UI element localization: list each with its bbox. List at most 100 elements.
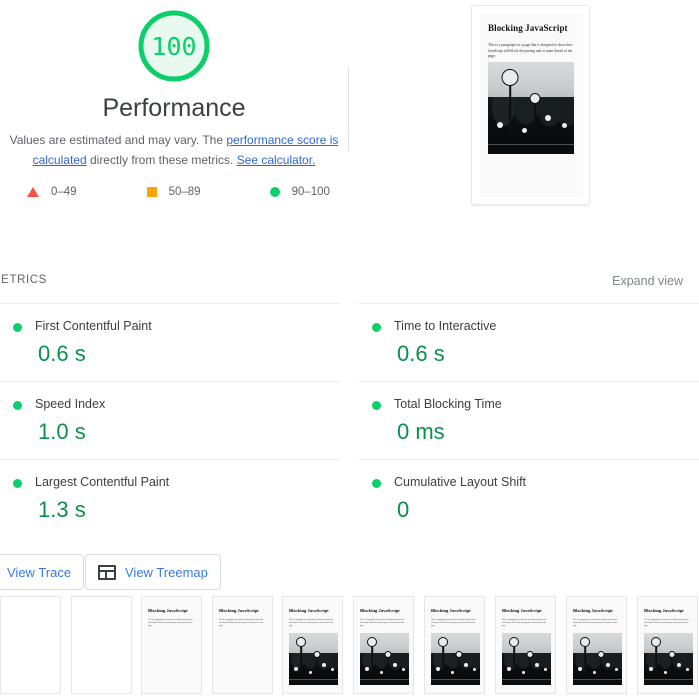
metric-name: Cumulative Layout Shift <box>394 475 527 489</box>
status-pass-icon <box>372 401 381 410</box>
score-description-pre: Values are estimated and may vary. The <box>9 133 227 147</box>
legend-item-fail: 0–49 <box>27 186 77 198</box>
final-screenshot-preview: Blocking JavaScript This is a paragraph … <box>480 14 583 197</box>
frame-heading: Blocking JavaScript <box>431 608 471 613</box>
filmstrip-frame[interactable]: Blocking JavaScript This is a paragraph … <box>637 596 698 694</box>
status-pass-icon <box>372 323 381 332</box>
frame-paragraph: This is a paragraph on a page that is de… <box>573 619 618 628</box>
filmstrip-frame[interactable]: Blocking JavaScript This is a paragraph … <box>282 596 343 694</box>
frame-photo <box>360 633 409 685</box>
filmstrip-frame[interactable]: Blocking JavaScript This is a paragraph … <box>353 596 414 694</box>
metric-name: Largest Contentful Paint <box>35 475 170 489</box>
square-marker-icon <box>146 187 157 197</box>
frame-photo <box>573 633 622 685</box>
metric-name: Total Blocking Time <box>394 397 502 411</box>
frame-paragraph: This is a paragraph on a page that is de… <box>644 619 689 628</box>
page-title: Performance <box>102 94 246 122</box>
photo-ground <box>488 143 574 154</box>
metric-row[interactable]: Time to Interactive 0.6 s <box>359 303 699 381</box>
legend-item-pass: 90–100 <box>269 186 330 198</box>
metric-row[interactable]: Total Blocking Time 0 ms <box>359 381 699 459</box>
frame-paragraph: This is a paragraph on a page that is de… <box>289 619 334 628</box>
street-clock-medium <box>454 650 463 674</box>
lighthouse-performance-report: 100 Performance Values are estimated and… <box>0 0 699 700</box>
metric-value: 0 <box>397 497 410 522</box>
street-clock-medium <box>667 650 676 674</box>
legend-label-pass: 90–100 <box>291 186 330 198</box>
street-clock-medium <box>383 650 392 674</box>
legend-label-average: 50–89 <box>168 186 201 198</box>
frame-heading: Blocking JavaScript <box>148 608 188 613</box>
score-gauge[interactable]: 100 <box>136 8 212 84</box>
view-trace-label: View Trace <box>7 564 72 580</box>
status-pass-icon <box>13 401 22 410</box>
preview-paragraph: This is a paragraph on a page that is de… <box>488 43 573 59</box>
expand-view-toggle[interactable]: Expand view <box>612 274 683 288</box>
frame-photo <box>431 633 480 685</box>
metrics-column-right: Time to Interactive 0.6 s Total Blocking… <box>359 303 699 537</box>
status-pass-icon <box>13 323 22 332</box>
performance-score-section: 100 Performance Values are estimated and… <box>0 0 348 215</box>
status-pass-icon <box>13 479 22 488</box>
legend-label-fail: 0–49 <box>51 186 77 198</box>
score-description: Values are estimated and may vary. The p… <box>0 131 348 170</box>
street-clock-medium <box>528 93 542 134</box>
frame-heading: Blocking JavaScript <box>360 608 400 613</box>
treemap-icon <box>98 564 116 580</box>
frame-photo <box>289 633 338 685</box>
frame-paragraph: This is a paragraph on a page that is de… <box>360 619 405 628</box>
score-value: 100 <box>151 31 197 61</box>
metric-value: 1.0 s <box>38 419 86 444</box>
view-treemap-button[interactable]: View Treemap <box>85 554 221 590</box>
filmstrip-frame[interactable]: Blocking JavaScript This is a paragraph … <box>495 596 556 694</box>
frame-heading: Blocking JavaScript <box>502 608 542 613</box>
view-trace-button[interactable]: View Trace <box>0 554 85 590</box>
metrics-header: METRICS Expand view <box>0 274 699 296</box>
triangle-marker-icon <box>27 187 39 197</box>
metric-value: 0.6 s <box>397 341 445 366</box>
filmstrip-frame[interactable]: Blocking JavaScript This is a paragraph … <box>212 596 273 694</box>
metric-row[interactable]: Speed Index 1.0 s <box>0 381 340 459</box>
view-treemap-label: View Treemap <box>125 564 208 580</box>
circle-marker-icon <box>269 187 280 197</box>
filmstrip-frame[interactable] <box>71 596 132 694</box>
metrics-column-left: First Contentful Paint 0.6 s Speed Index… <box>0 303 340 537</box>
metric-name: Speed Index <box>35 397 106 411</box>
frame-paragraph: This is a paragraph on a page that is de… <box>219 619 264 628</box>
metric-row[interactable]: First Contentful Paint 0.6 s <box>0 303 340 381</box>
metric-name: First Contentful Paint <box>35 319 152 333</box>
legend-item-average: 50–89 <box>146 186 201 198</box>
filmstrip-frame[interactable]: Blocking JavaScript This is a paragraph … <box>141 596 202 694</box>
photo-light-4 <box>561 122 567 128</box>
frame-heading: Blocking JavaScript <box>289 608 329 613</box>
preview-photo <box>488 62 574 154</box>
filmstrip-frame[interactable] <box>0 596 61 694</box>
score-gauge-wrapper: 100 <box>0 8 348 89</box>
see-calculator-link[interactable]: See calculator. <box>237 153 316 167</box>
filmstrip-frame[interactable]: Blocking JavaScript This is a paragraph … <box>424 596 485 694</box>
score-legend: 0–49 50–89 90–100 <box>0 186 348 198</box>
street-clock-medium <box>525 650 534 674</box>
screenshot-filmstrip: Blocking JavaScript This is a paragraph … <box>0 596 699 696</box>
frame-photo <box>502 633 551 685</box>
metric-row[interactable]: Cumulative Layout Shift 0 <box>359 459 699 537</box>
frame-paragraph: This is a paragraph on a page that is de… <box>148 619 193 628</box>
frame-heading: Blocking JavaScript <box>219 608 259 613</box>
preview-heading: Blocking JavaScript <box>488 23 568 33</box>
metric-row[interactable]: Largest Contentful Paint 1.3 s <box>0 459 340 537</box>
final-screenshot-card: Blocking JavaScript This is a paragraph … <box>471 5 590 205</box>
frame-photo <box>644 633 693 685</box>
frame-heading: Blocking JavaScript <box>644 608 684 613</box>
metric-name: Time to Interactive <box>394 319 497 333</box>
metric-value: 1.3 s <box>38 497 86 522</box>
frame-heading: Blocking JavaScript <box>573 608 613 613</box>
score-description-mid: directly from these metrics. <box>86 152 237 167</box>
status-pass-icon <box>372 479 381 488</box>
frame-paragraph: This is a paragraph on a page that is de… <box>431 619 476 628</box>
metric-value: 0 ms <box>397 419 445 444</box>
filmstrip-frame[interactable]: Blocking JavaScript This is a paragraph … <box>566 596 627 694</box>
metrics-section-label: METRICS <box>0 274 47 286</box>
metric-value: 0.6 s <box>38 341 86 366</box>
frame-paragraph: This is a paragraph on a page that is de… <box>502 619 547 628</box>
vertical-divider <box>348 67 349 151</box>
